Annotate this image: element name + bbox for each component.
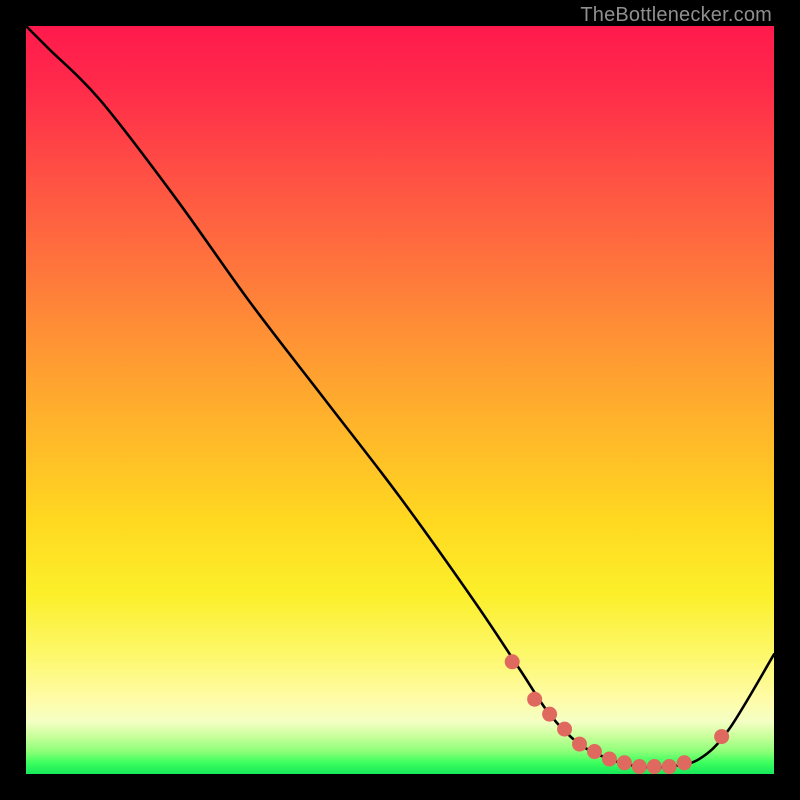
bottleneck-curve — [26, 26, 774, 767]
plot-area — [26, 26, 774, 774]
marker-dot — [662, 759, 677, 774]
marker-dot — [602, 752, 617, 767]
curve-svg — [26, 26, 774, 774]
chart-stage: TheBottlenecker.com — [0, 0, 800, 800]
marker-dot — [542, 707, 557, 722]
marker-dot — [632, 759, 647, 774]
watermark-text: TheBottlenecker.com — [580, 4, 772, 27]
marker-dot — [647, 759, 662, 774]
marker-dot — [527, 692, 542, 707]
marker-dot — [505, 654, 520, 669]
marker-dot — [587, 744, 602, 759]
marker-dot — [557, 722, 572, 737]
highlight-markers — [505, 654, 729, 774]
marker-dot — [714, 729, 729, 744]
marker-dot — [677, 755, 692, 770]
marker-dot — [617, 755, 632, 770]
marker-dot — [572, 737, 587, 752]
